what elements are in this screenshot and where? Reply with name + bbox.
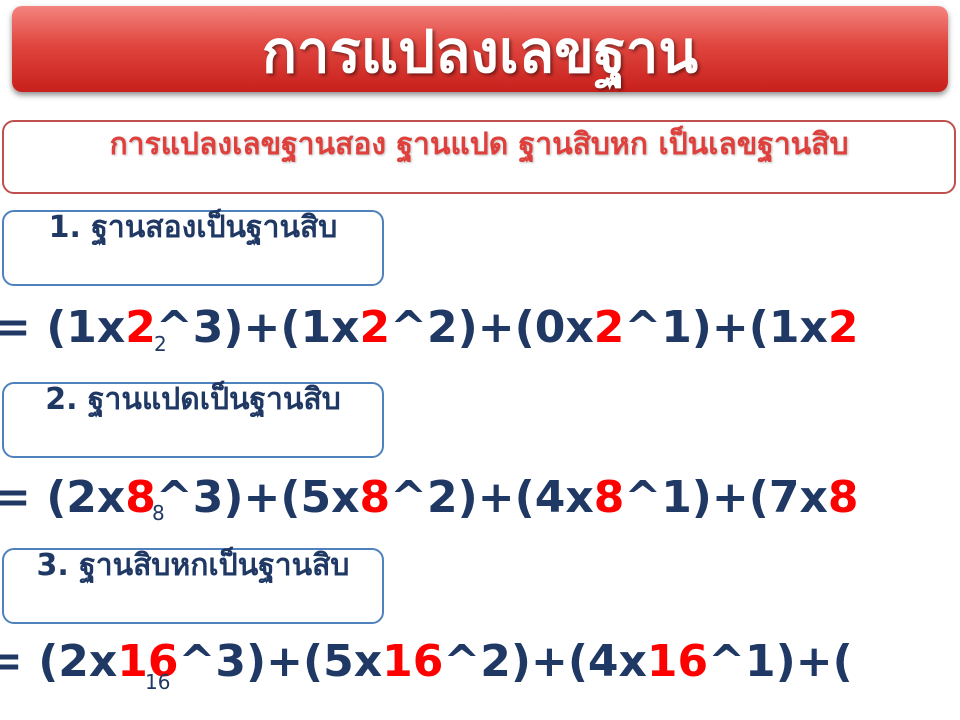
formula-term-base: 2 xyxy=(125,302,156,353)
formula-term-base: 8 xyxy=(359,472,391,523)
formula-term-coefficient: (1x xyxy=(280,302,360,353)
formula-plus: + xyxy=(530,636,568,687)
formula-term-base: 16 xyxy=(646,636,709,687)
section-3-formula: = (2x16^3)+(5x16^2)+(4x16^1)+( xyxy=(0,632,960,692)
section-1-base-subscript: 2 xyxy=(154,332,167,356)
formula-term-exponent: ^2) xyxy=(443,636,531,687)
formula-lead: = xyxy=(0,302,31,353)
section-3-label-box: 3. ฐานสิบหกเป็นฐานสิบ xyxy=(2,548,384,624)
formula-plus: + xyxy=(266,636,303,687)
formula-term-base: 2 xyxy=(593,302,625,353)
formula-term-base: 16 xyxy=(382,636,444,687)
section-1-label-box: 1. ฐานสองเป็นฐานสิบ xyxy=(2,210,384,286)
formula-term-coefficient: (1x xyxy=(46,302,126,353)
section-1-label: 1. ฐานสองเป็นฐานสิบ xyxy=(48,210,338,245)
formula-term-coefficient: (4x xyxy=(514,472,594,523)
formula-plus: + xyxy=(477,302,515,353)
section-2-label: 2. ฐานแปดเป็นฐานสิบ xyxy=(45,382,341,417)
formula-term-exponent: ^2) xyxy=(390,472,478,523)
formula-term-exponent: ^3) xyxy=(155,472,244,523)
section-2-base-subscript: 8 xyxy=(152,501,165,525)
formula-term-base: 8 xyxy=(827,472,859,523)
formula-term-exponent: ^1) xyxy=(624,472,712,523)
subtitle-text: การแปลงเลขฐานสอง ฐานแปด ฐานสิบหก เป็นเลข… xyxy=(109,127,849,162)
formula-plus: + xyxy=(243,472,281,523)
formula-term-base: 2 xyxy=(827,302,859,353)
section-2-formula: = (2x8^3)+(5x8^2)+(4x8^1)+(7x8 xyxy=(0,468,960,528)
formula-term-exponent: ^1) xyxy=(708,636,796,687)
formula-plus: + xyxy=(243,302,281,353)
formula-term-exponent: ^2) xyxy=(390,302,478,353)
formula-term-base: 8 xyxy=(593,472,625,523)
section-3-base-subscript: 16 xyxy=(145,670,171,694)
section-3-label: 3. ฐานสิบหกเป็นฐานสิบ xyxy=(36,548,350,583)
formula-term-coefficient: ( xyxy=(832,636,853,687)
formula-term-exponent: ^1) xyxy=(624,302,712,353)
formula-term-coefficient: (2x xyxy=(46,472,126,523)
section-2-label-box: 2. ฐานแปดเป็นฐานสิบ xyxy=(2,382,384,458)
formula-content: = (2x16^3)+(5x16^2)+(4x16^1)+( xyxy=(0,636,853,687)
formula-plus: + xyxy=(711,302,749,353)
formula-term-base: 2 xyxy=(359,302,391,353)
formula-plus: + xyxy=(477,472,515,523)
formula-term-exponent: ^3) xyxy=(178,636,267,687)
formula-term-coefficient: (7x xyxy=(748,472,828,523)
formula-term-coefficient: (4x xyxy=(567,636,647,687)
formula-term-coefficient: (5x xyxy=(280,472,360,523)
formula-term-exponent: ^3) xyxy=(155,302,244,353)
formula-term-coefficient: (1x xyxy=(748,302,828,353)
section-1-formula: = (1x2^3)+(1x2^2)+(0x2^1)+(1x2 xyxy=(0,298,960,358)
formula-term-coefficient: (2x xyxy=(38,636,118,687)
title-banner: การแปลงเลขฐาน xyxy=(12,6,948,92)
formula-term-coefficient: (0x xyxy=(514,302,594,353)
formula-plus: + xyxy=(711,472,749,523)
formula-lead: = xyxy=(0,636,23,687)
formula-content: = (1x2^3)+(1x2^2)+(0x2^1)+(1x2 xyxy=(0,302,859,353)
page-title: การแปลงเลขฐาน xyxy=(261,18,699,86)
formula-content: = (2x8^3)+(5x8^2)+(4x8^1)+(7x8 xyxy=(0,472,859,523)
formula-plus: + xyxy=(795,636,833,687)
formula-lead: = xyxy=(0,472,31,523)
subtitle-box: การแปลงเลขฐานสอง ฐานแปด ฐานสิบหก เป็นเลข… xyxy=(2,120,956,194)
formula-term-coefficient: (5x xyxy=(303,636,383,687)
